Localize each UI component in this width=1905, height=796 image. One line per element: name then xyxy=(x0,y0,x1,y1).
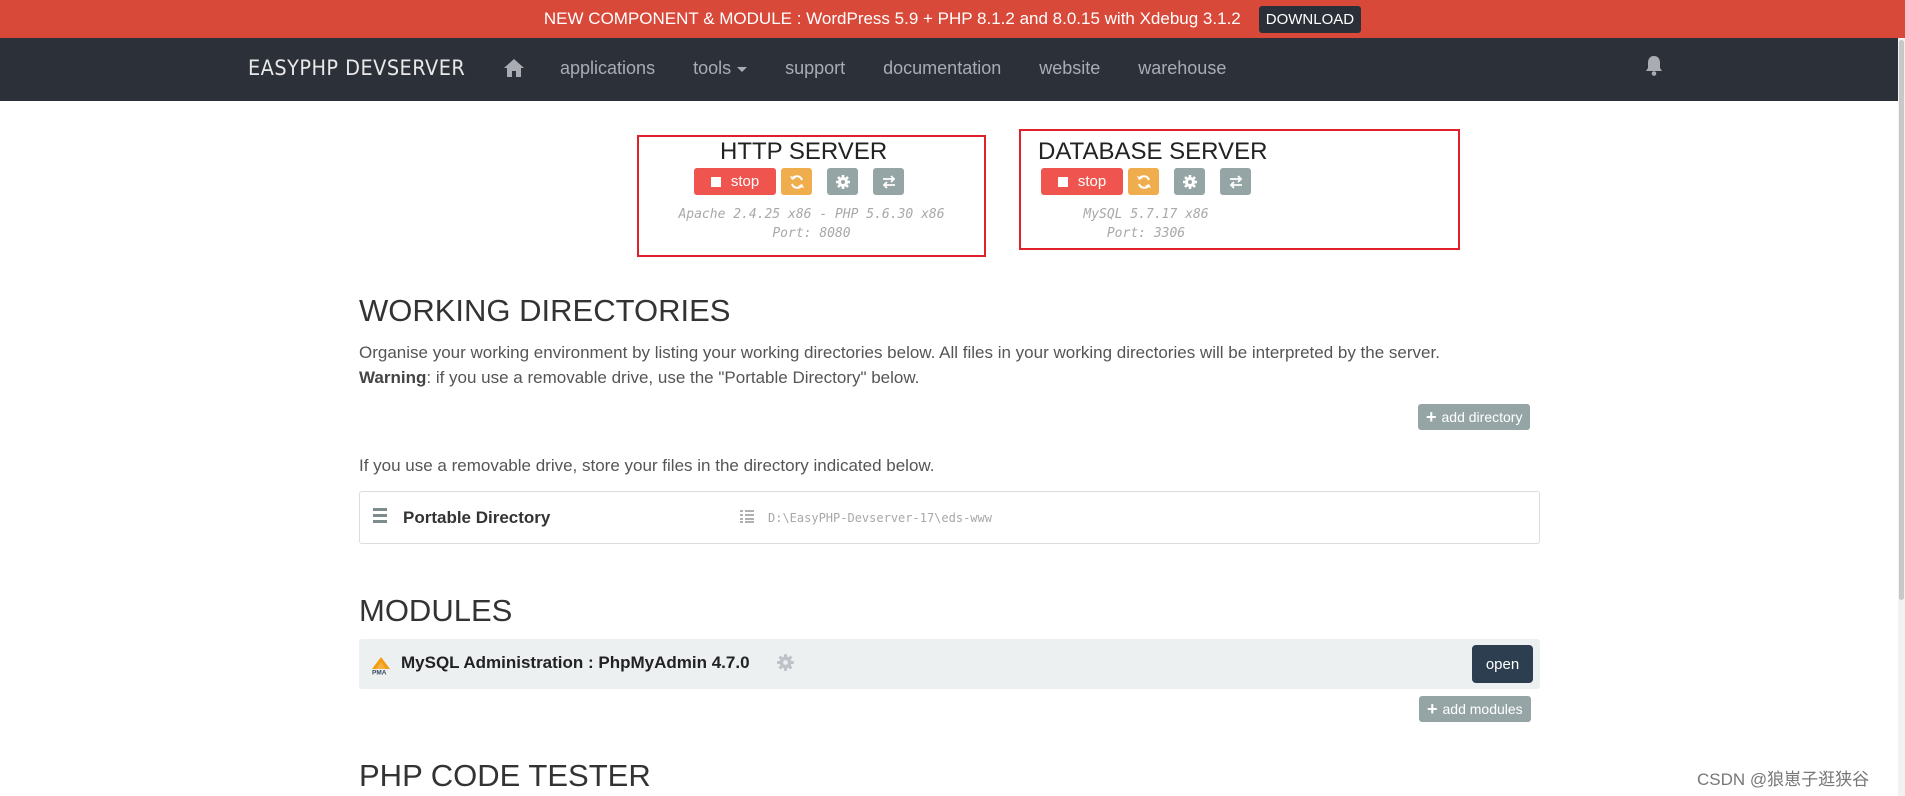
refresh-icon xyxy=(789,174,804,189)
announcement-text: NEW COMPONENT & MODULE : WordPress 5.9 +… xyxy=(543,9,1241,28)
announcement-bar: NEW COMPONENT & MODULE : WordPress 5.9 +… xyxy=(0,0,1905,38)
nav-item-documentation[interactable]: documentation xyxy=(883,58,1001,79)
http-server-title: HTTP SERVER xyxy=(720,138,888,165)
nav-item-tools[interactable]: tools xyxy=(693,58,748,79)
stop-icon xyxy=(710,176,721,187)
exchange-icon xyxy=(882,174,895,189)
watermark: CSDN @狼崽子逛狭谷 xyxy=(1697,770,1870,789)
plus-icon: + xyxy=(1427,699,1438,719)
db-stop-label: stop xyxy=(1077,173,1107,190)
db-settings-button[interactable] xyxy=(1174,168,1205,195)
menu-icon xyxy=(373,508,387,523)
warning-label: Warning xyxy=(359,368,427,387)
nav-item-tools-label: tools xyxy=(693,58,732,78)
scrollbar-thumb[interactable] xyxy=(1899,40,1904,600)
download-button[interactable]: DOWNLOAD xyxy=(1258,5,1362,33)
modules-title: MODULES xyxy=(359,593,513,628)
working-directories-text: Organise your working environment by lis… xyxy=(359,343,1440,362)
chevron-down-icon xyxy=(737,66,748,72)
database-server-title: DATABASE SERVER xyxy=(1038,138,1268,165)
navbar: EASYPHP DEVSERVER applications tools sup… xyxy=(0,38,1898,101)
db-restart-button[interactable] xyxy=(1128,168,1159,195)
add-modules-label: add modules xyxy=(1442,701,1523,717)
gear-icon xyxy=(835,174,850,189)
nav-item-applications[interactable]: applications xyxy=(560,58,655,79)
portable-directory-label: Portable Directory xyxy=(403,508,551,527)
database-server-port: Port: 3306 xyxy=(1106,226,1186,241)
gear-icon xyxy=(1182,174,1197,189)
add-directory-button[interactable]: + add directory xyxy=(1418,404,1531,430)
warning-text: : if you use a removable drive, use the … xyxy=(426,368,920,387)
http-restart-button[interactable] xyxy=(781,168,812,195)
db-stop-button[interactable]: stop xyxy=(1041,168,1123,195)
refresh-icon xyxy=(1136,174,1151,189)
module-settings-gear-icon[interactable] xyxy=(776,653,795,672)
scrollbar[interactable] xyxy=(1898,38,1905,796)
database-server-version: MySQL 5.7.17 x86 xyxy=(1083,207,1209,222)
phpmyadmin-logo-icon: PMA xyxy=(372,657,390,676)
php-code-tester-title: PHP CODE TESTER xyxy=(359,758,651,793)
db-switch-button[interactable] xyxy=(1220,168,1251,195)
home-icon[interactable] xyxy=(503,57,525,79)
portable-directory-row[interactable]: Portable Directory D:\EasyPHP-Devserver-… xyxy=(359,491,1540,544)
nav-item-website[interactable]: website xyxy=(1039,58,1100,79)
brand-logo[interactable]: EASYPHP DEVSERVER xyxy=(248,56,465,80)
removable-drive-note: If you use a removable drive, store your… xyxy=(359,456,935,475)
http-stop-label: stop xyxy=(730,173,760,190)
http-server-port: Port: 8080 xyxy=(772,226,851,241)
stop-icon xyxy=(1057,176,1068,187)
http-server-info: Apache 2.4.25 x86 - PHP 5.6.30 x86 Port:… xyxy=(637,205,986,243)
working-directories-description: Organise your working environment by lis… xyxy=(359,340,1440,390)
module-label: MySQL Administration : PhpMyAdmin 4.7.0 xyxy=(401,653,750,672)
http-switch-button[interactable] xyxy=(873,168,904,195)
nav-item-support[interactable]: support xyxy=(785,58,845,79)
working-directories-title: WORKING DIRECTORIES xyxy=(359,293,731,328)
exchange-icon xyxy=(1229,174,1242,189)
http-stop-button[interactable]: stop xyxy=(694,168,776,195)
open-module-button[interactable]: open xyxy=(1472,645,1533,683)
plus-icon: + xyxy=(1426,407,1437,427)
portable-directory-path: D:\EasyPHP-Devserver-17\eds-www xyxy=(768,511,992,525)
add-directory-label: add directory xyxy=(1441,409,1523,425)
svg-text:PMA: PMA xyxy=(372,670,387,676)
module-row: PMA MySQL Administration : PhpMyAdmin 4.… xyxy=(359,639,1540,689)
bell-icon[interactable] xyxy=(1645,55,1663,77)
add-modules-button[interactable]: + add modules xyxy=(1419,696,1531,722)
http-server-version: Apache 2.4.25 x86 - PHP 5.6.30 x86 xyxy=(678,207,945,222)
list-icon xyxy=(740,510,754,523)
working-directories-warning: Warning: if you use a removable drive, u… xyxy=(359,365,1440,390)
nav-menu: applications tools support documentation… xyxy=(560,58,1264,79)
database-server-info: MySQL 5.7.17 x86 Port: 3306 xyxy=(1040,205,1252,243)
http-settings-button[interactable] xyxy=(827,168,858,195)
nav-item-warehouse[interactable]: warehouse xyxy=(1138,58,1226,79)
